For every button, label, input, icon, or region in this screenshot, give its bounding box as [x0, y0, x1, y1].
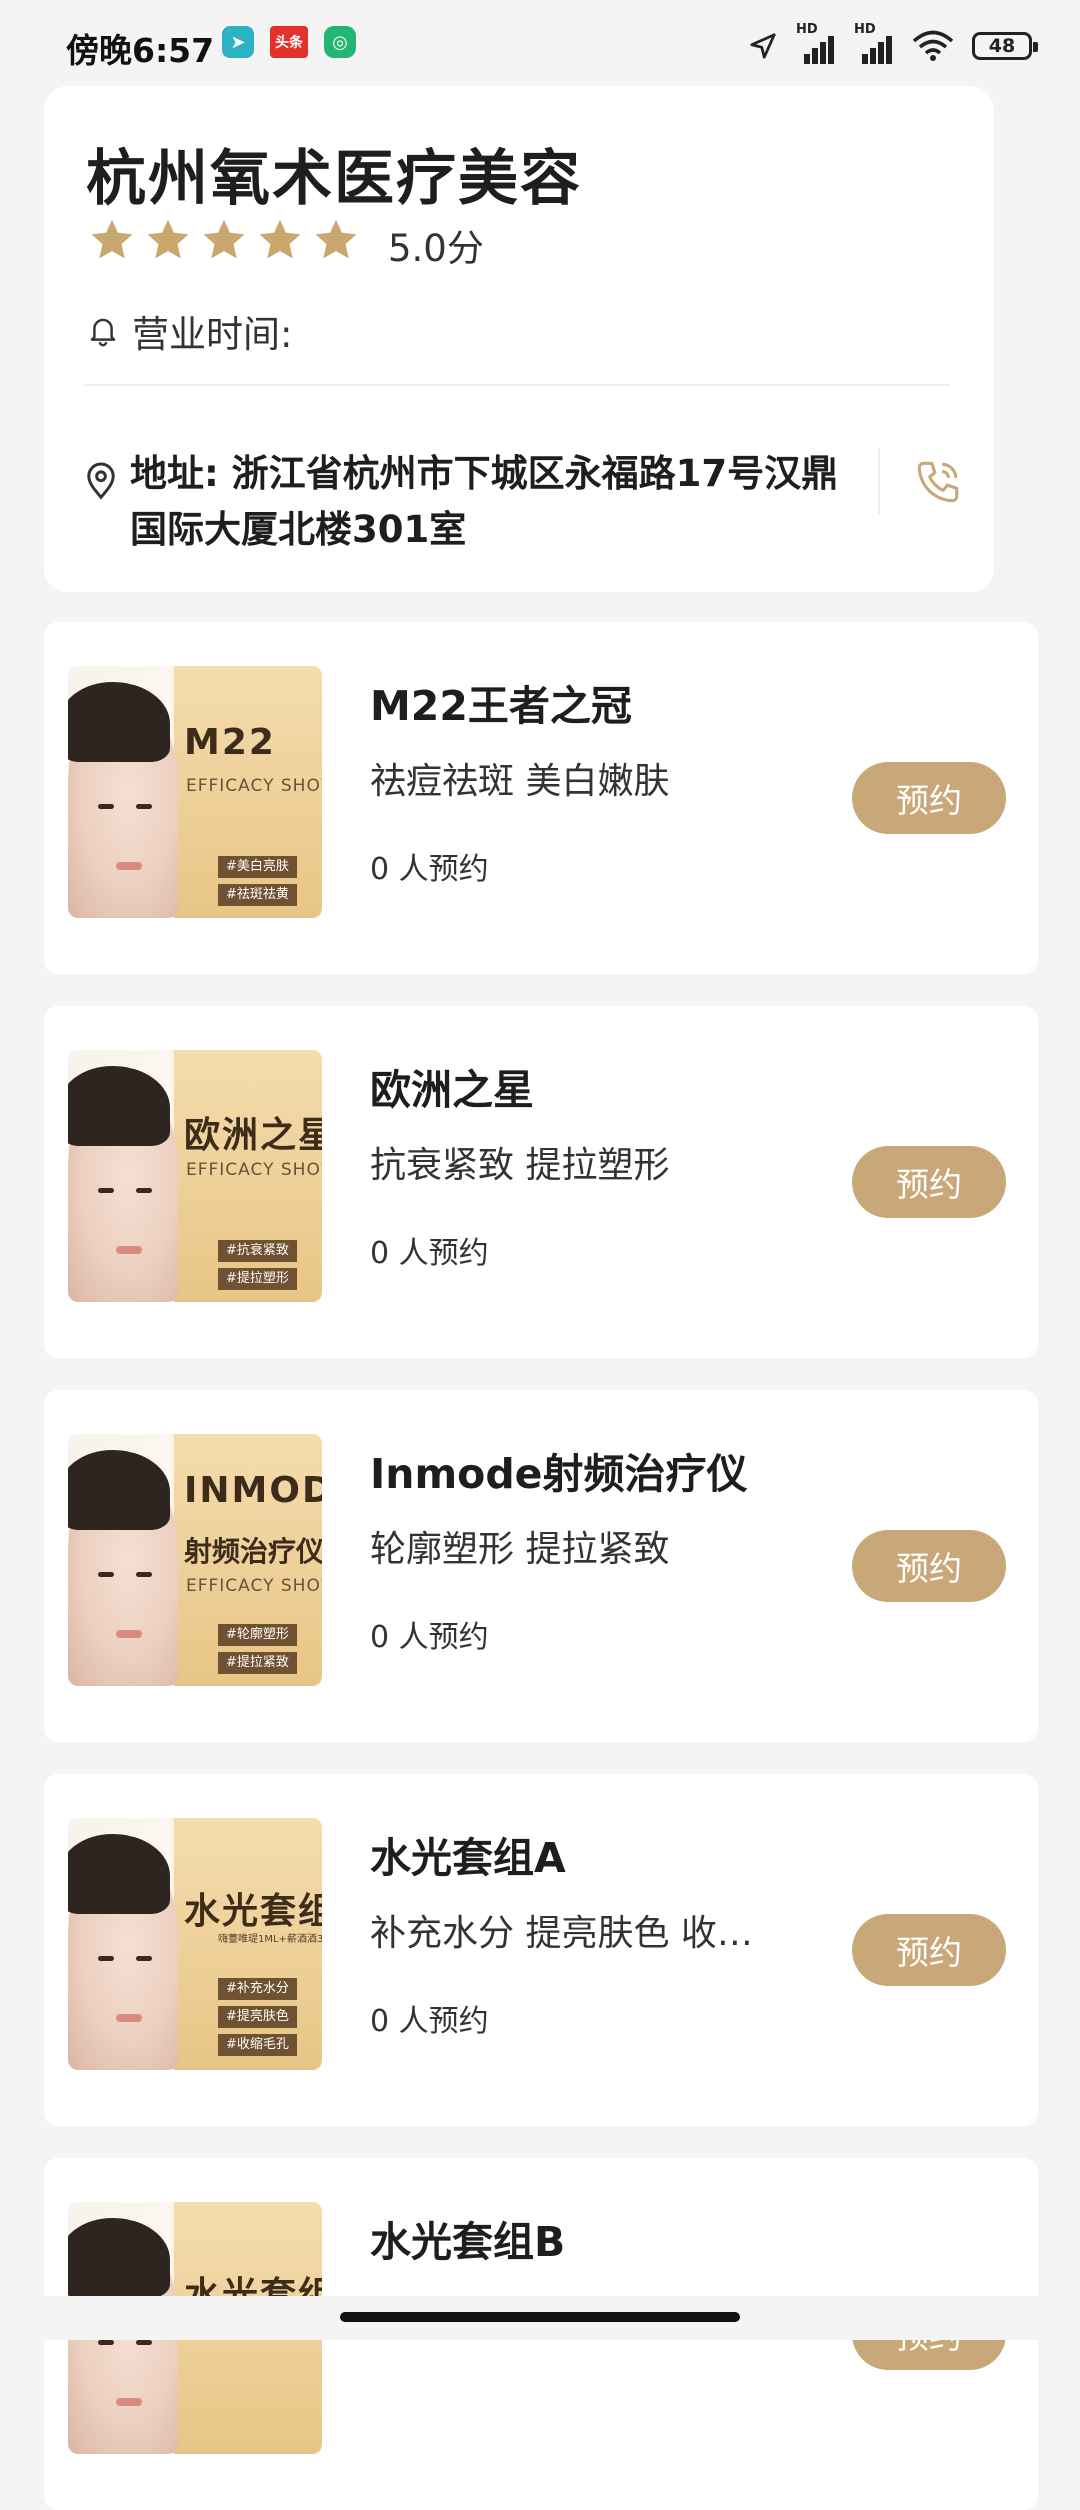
vertical-divider — [878, 448, 880, 514]
divider — [84, 384, 950, 386]
poster-tag: #祛斑祛黄 — [218, 884, 297, 906]
telegram-style-icon: ➤ — [222, 26, 254, 58]
product-name: 欧洲之星 — [370, 1066, 534, 1114]
product-tags: 抗衰紧致 提拉塑形 — [370, 1145, 670, 1186]
book-button[interactable]: 预约 — [852, 1146, 1006, 1218]
signal-icon-1: HD — [796, 22, 836, 64]
rating-score: 5.0分 — [388, 227, 484, 270]
status-bar: 傍晚6:57 ➤ 头条 ◎ HD HD 48 — [0, 0, 1080, 90]
product-image: 欧洲之星 EFFICACY SHOW #抗衰紧致 #提拉塑形 — [68, 1050, 322, 1302]
poster-tag: #收缩毛孔 — [218, 2034, 297, 2056]
product-tags: 祛痘祛斑 美白嫩肤 — [370, 761, 670, 802]
star-icon — [259, 219, 301, 259]
poster-tag: #轮廓塑形 — [218, 1624, 297, 1646]
product-tags: 补充水分 提亮肤色 收… — [370, 1913, 753, 1954]
poster-tag: #抗衰紧致 — [218, 1240, 297, 1262]
book-button[interactable]: 预约 — [852, 1914, 1006, 1986]
model-hair — [68, 1066, 170, 1146]
location-pin-icon — [87, 462, 115, 500]
shop-address: 地址: 浙江省杭州市下城区永福路17号汉鼎国际大厦北楼301室 — [130, 452, 839, 551]
book-button[interactable]: 预约 — [852, 762, 1006, 834]
target-app-icon: ◎ — [324, 26, 356, 58]
poster-tag: #美白亮肤 — [218, 856, 297, 878]
model-hair — [68, 682, 170, 762]
poster-title: INMODE — [184, 1470, 322, 1511]
battery-icon: 48 — [972, 32, 1038, 60]
poster-efficacy: EFFICACY SHOW — [186, 1576, 322, 1596]
product-name: 水光套组B — [370, 2218, 566, 2266]
business-hours-label: 营业时间: — [132, 313, 293, 356]
product-card[interactable]: INMODE 射频治疗仪 EFFICACY SHOW #轮廓塑形 #提拉紧致 In… — [44, 1390, 1038, 1742]
poster-title: M22 — [184, 722, 276, 763]
booking-count: 0 人预约 — [370, 852, 489, 887]
star-icon — [147, 219, 189, 259]
shop-info-card: 杭州氧术医疗美容 5.0分 营业时间: 地址: 浙江省杭州市下城区永福路17号汉… — [44, 86, 994, 592]
booking-count: 0 人预约 — [370, 1236, 489, 1271]
shop-name: 杭州氧术医疗美容 — [86, 144, 582, 214]
phone-icon — [917, 461, 959, 503]
book-button[interactable]: 预约 — [852, 1530, 1006, 1602]
star-icon — [91, 219, 133, 259]
model-hair — [68, 1834, 170, 1914]
product-image: INMODE 射频治疗仪 EFFICACY SHOW #轮廓塑形 #提拉紧致 — [68, 1434, 322, 1686]
product-card[interactable]: 欧洲之星 EFFICACY SHOW #抗衰紧致 #提拉塑形 欧洲之星 抗衰紧致 … — [44, 1006, 1038, 1358]
model-hair — [68, 1450, 170, 1530]
location-arrow-icon — [750, 33, 776, 59]
poster-mini-text: 嗨薹唯瑅1ML+薪酒酒3ML — [218, 1934, 322, 1945]
status-icons: HD HD 48 — [748, 22, 1038, 64]
home-indicator[interactable] — [340, 2312, 740, 2322]
signal-icon-2: HD — [854, 22, 894, 64]
rating-stars — [88, 216, 360, 264]
poster-efficacy: EFFICACY SHOW — [186, 1160, 322, 1180]
product-image: M22 EFFICACY SHOW #美白亮肤 #祛斑祛黄 — [68, 666, 322, 918]
wifi-icon — [912, 30, 954, 61]
poster-tag: #补充水分 — [218, 1978, 297, 2000]
star-icon — [315, 219, 357, 259]
bell-icon — [90, 318, 116, 347]
business-hours: 营业时间: — [88, 304, 292, 358]
poster-tag: #提拉紧致 — [218, 1652, 297, 1674]
call-button[interactable] — [910, 454, 966, 510]
poster-tag: #提拉塑形 — [218, 1268, 297, 1290]
poster-title: 水光套组 — [184, 1891, 322, 1932]
poster-title: 欧洲之星 — [184, 1115, 322, 1156]
star-icon — [203, 219, 245, 259]
product-name: 水光套组A — [370, 1834, 566, 1882]
product-name: M22王者之冠 — [370, 682, 632, 730]
booking-count: 0 人预约 — [370, 1620, 489, 1655]
product-name: Inmode射频治疗仪 — [370, 1450, 748, 1498]
poster-tag: #提亮肤色 — [218, 2006, 297, 2028]
product-image: 水光套组 嗨薹唯瑅1ML+薪酒酒3ML #补充水分 #提亮肤色 #收缩毛孔 — [68, 1818, 322, 2070]
product-card[interactable]: 水光套组 嗨薹唯瑅1ML+薪酒酒3ML #补充水分 #提亮肤色 #收缩毛孔 水光套组… — [44, 1774, 1038, 2126]
booking-count: 0 人预约 — [370, 2004, 489, 2039]
poster-subtitle: 射频治疗仪 — [184, 1535, 322, 1568]
model-hair — [68, 2218, 170, 2298]
product-tags: 轮廓塑形 提拉紧致 — [370, 1529, 670, 1570]
poster-efficacy: EFFICACY SHOW — [186, 776, 322, 796]
product-card[interactable]: M22 EFFICACY SHOW #美白亮肤 #祛斑祛黄 M22王者之冠 祛痘祛… — [44, 622, 1038, 974]
status-time: 傍晚6:57 — [66, 31, 215, 70]
toutiao-icon: 头条 — [270, 26, 308, 58]
